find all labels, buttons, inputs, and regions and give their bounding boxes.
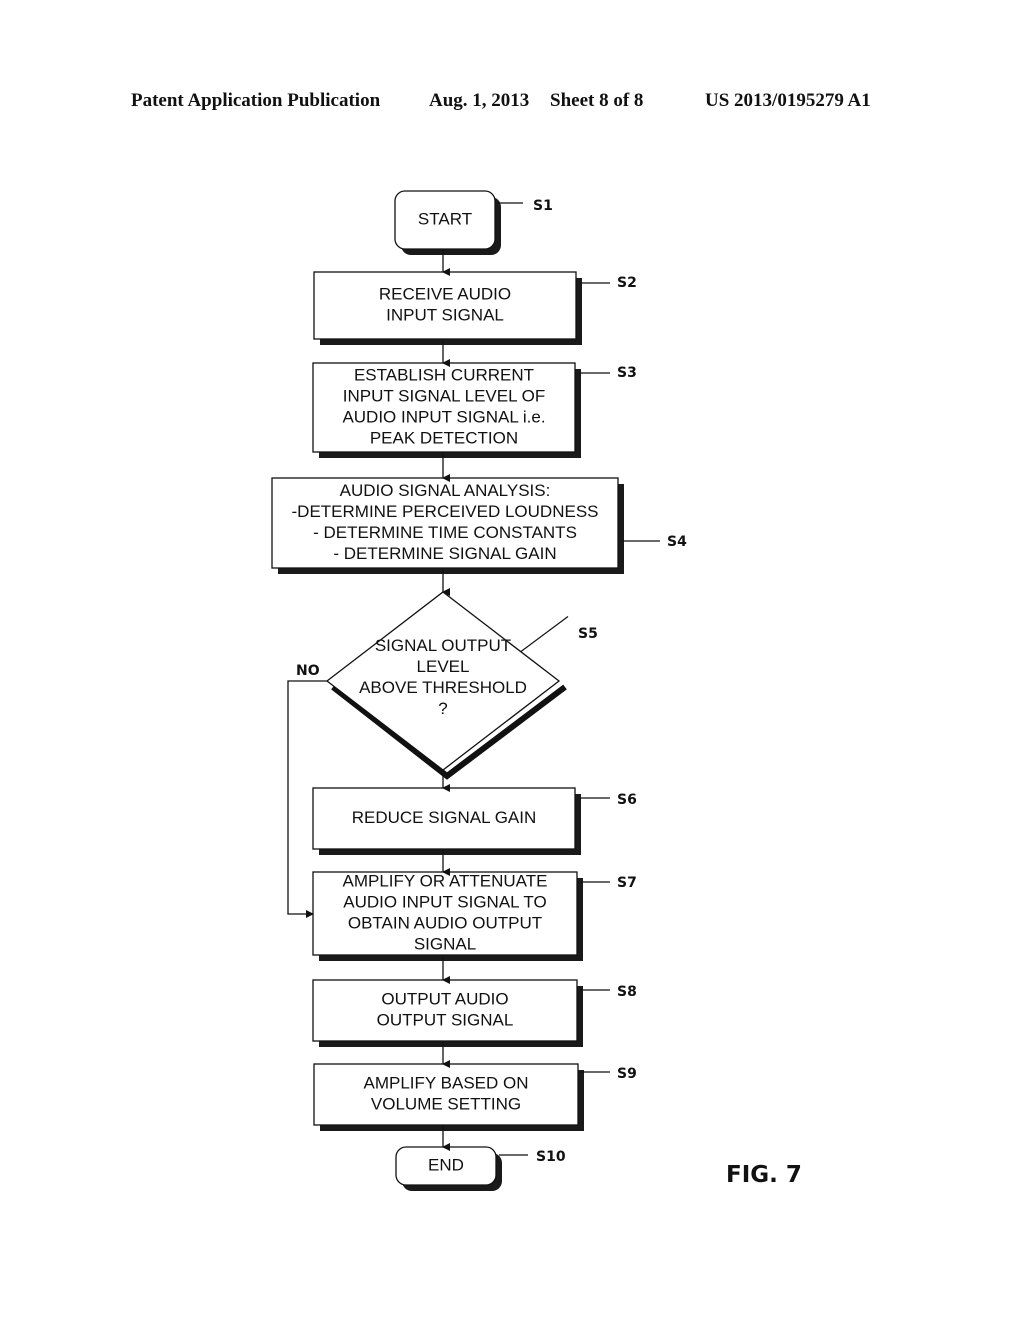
- step-s5: SIGNAL OUTPUT LEVEL ABOVE THRESHOLD? S5: [325, 591, 598, 780]
- step-text: INPUT SIGNAL: [386, 306, 504, 325]
- step-id-label: S1: [533, 198, 553, 214]
- step-text: ESTABLISH CURRENT: [354, 366, 534, 385]
- step-text: ?: [438, 699, 447, 718]
- step-text: AUDIO INPUT SIGNAL i.e.: [342, 408, 545, 427]
- step-s8: OUTPUT AUDIO OUTPUT SIGNAL S8: [312, 979, 637, 1047]
- step-s3: ESTABLISH CURRENT INPUT SIGNAL LEVEL OF AU…: [312, 362, 637, 458]
- step-s2: RECEIVE AUDIO INPUT SIGNAL S2: [313, 271, 637, 345]
- step-text: AMPLIFY BASED ON: [363, 1074, 528, 1093]
- step-text: SIGNAL OUTPUT: [375, 636, 511, 655]
- step-text: VOLUME SETTING: [371, 1095, 521, 1114]
- step-text: - DETERMINE SIGNAL GAIN: [333, 544, 556, 563]
- step-text: ABOVE THRESHOLD: [359, 678, 527, 697]
- step-id-label: S3: [617, 365, 637, 381]
- step-s6: REDUCE SIGNAL GAIN S6: [312, 787, 637, 855]
- step-s4: AUDIO SIGNAL ANALYSIS: -DETERMINE PERCEIV…: [271, 477, 687, 574]
- step-id-label: S6: [617, 792, 637, 808]
- figure-label: FIG. 7: [726, 1162, 802, 1188]
- step-text: OBTAIN AUDIO OUTPUT: [348, 914, 542, 933]
- step-text: AMPLIFY OR ATTENUATE: [343, 872, 548, 891]
- step-s9: AMPLIFY BASED ON VOLUME SETTING S9: [313, 1063, 637, 1131]
- step-text: AUDIO INPUT SIGNAL TO: [343, 893, 546, 912]
- step-text: END: [428, 1156, 464, 1175]
- step-id-label: S9: [617, 1066, 637, 1082]
- step-s7: AMPLIFY OR ATTENUATE AUDIO INPUT SIGNAL T…: [312, 871, 637, 961]
- step-text: LEVEL: [417, 657, 470, 676]
- step-id-label: S5: [578, 626, 598, 642]
- step-s10: END S10: [395, 1146, 566, 1191]
- leader-line: [520, 616, 569, 652]
- step-text: RECEIVE AUDIO: [379, 285, 511, 304]
- step-text: REDUCE SIGNAL GAIN: [352, 808, 537, 827]
- step-text: OUTPUT AUDIO: [381, 990, 508, 1009]
- step-id-label: S2: [617, 275, 637, 291]
- branch-no-label: NO: [296, 663, 320, 679]
- step-text: -DETERMINE PERCEIVED LOUDNESS: [292, 502, 599, 521]
- step-text: AUDIO SIGNAL ANALYSIS:: [340, 481, 551, 500]
- step-text: SIGNAL: [414, 935, 476, 954]
- step-id-label: S7: [617, 875, 637, 891]
- step-text: INPUT SIGNAL LEVEL OF: [343, 387, 546, 406]
- step-text: START: [418, 210, 472, 229]
- step-text: OUTPUT SIGNAL: [377, 1011, 514, 1030]
- flowchart: START S1 RECEIVE AUDIO INPUT SIGNAL S2 ESTABL…: [271, 190, 802, 1191]
- step-id-label: S8: [617, 984, 637, 1000]
- step-id-label: S10: [536, 1149, 566, 1165]
- step-s1: START S1: [394, 190, 553, 255]
- step-text: PEAK DETECTION: [370, 429, 518, 448]
- step-id-label: S4: [667, 534, 687, 550]
- step-text: - DETERMINE TIME CONSTANTS: [313, 523, 577, 542]
